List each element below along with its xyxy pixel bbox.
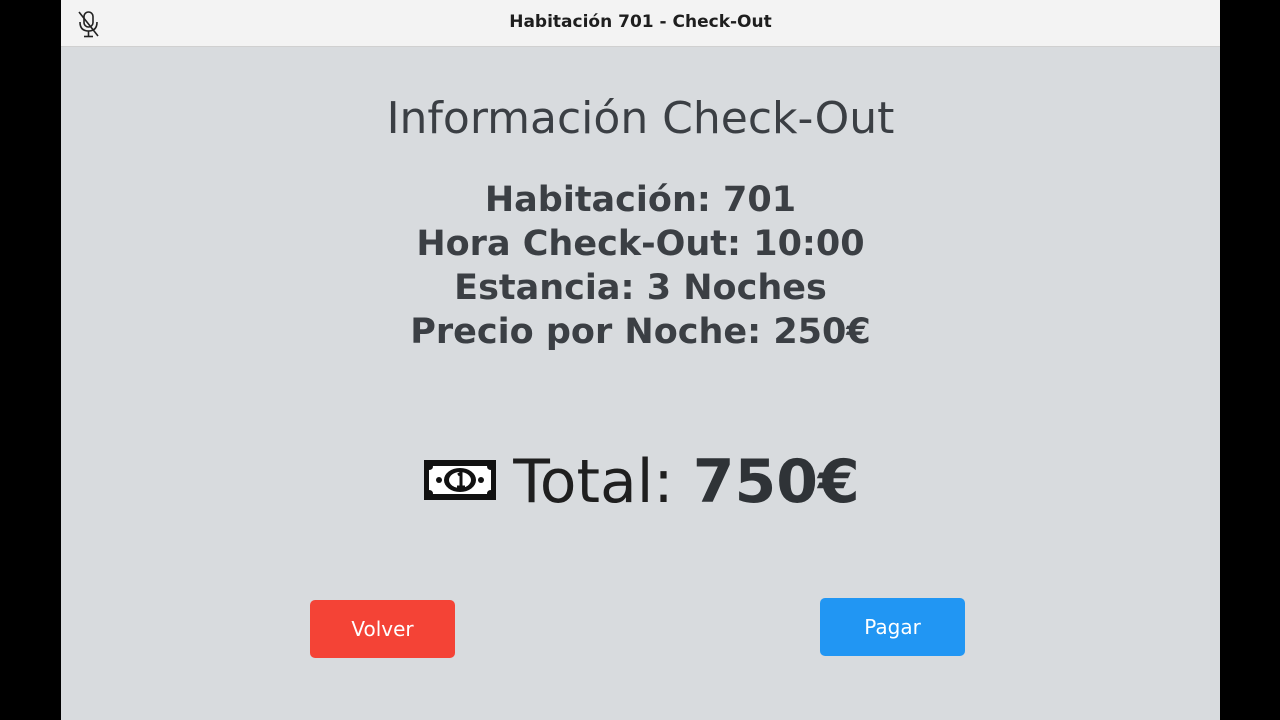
total-row: Total: 750€ (61, 447, 1220, 517)
checkout-details: Habitación: 701 Hora Check-Out: 10:00 Es… (61, 178, 1220, 354)
total-value: 750€ (692, 447, 860, 517)
stay-length-text: Estancia: 3 Noches (454, 268, 827, 308)
back-button[interactable]: Volver (310, 600, 455, 658)
room-number-text: Habitación: 701 (484, 180, 797, 220)
price-per-night-text: Precio por Noche: 250€ (410, 312, 871, 352)
pay-button[interactable]: Pagar (820, 598, 965, 656)
page-title: Información Check-Out (386, 93, 895, 144)
checkout-screen: Habitación 701 - Check-Out Información C… (61, 0, 1220, 720)
money-bill-icon (421, 451, 499, 503)
total-label: Total: (513, 447, 693, 517)
window-title: Habitación 701 - Check-Out (509, 12, 772, 32)
checkout-time-text: Hora Check-Out: 10:00 (416, 224, 865, 264)
title-bar: Habitación 701 - Check-Out (61, 0, 1220, 47)
